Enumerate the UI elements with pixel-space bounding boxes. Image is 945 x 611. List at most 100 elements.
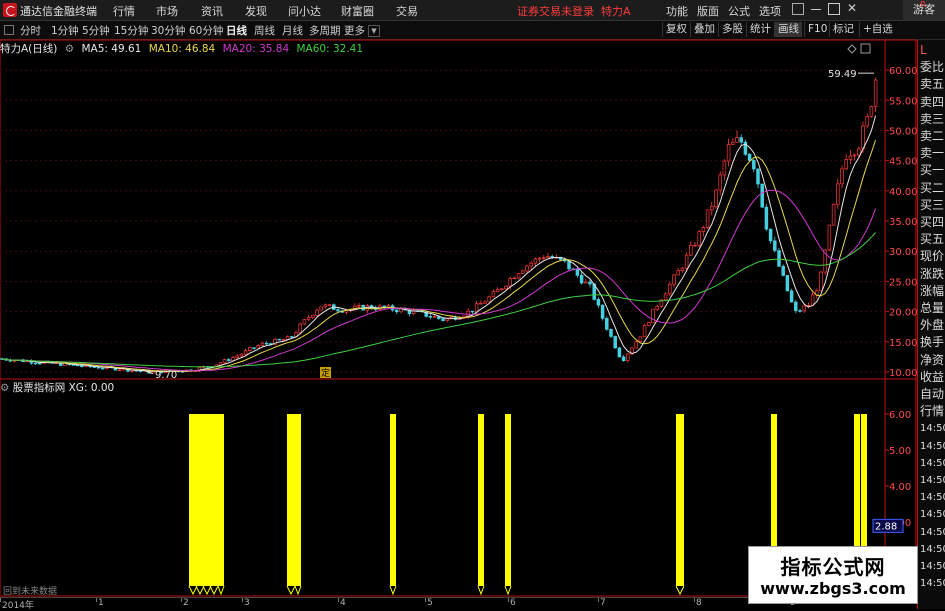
side-item[interactable]: 收益	[920, 370, 945, 384]
side-item[interactable]: 14:50	[920, 508, 945, 521]
side-item[interactable]: 卖二	[920, 130, 945, 143]
candle-body	[869, 106, 874, 117]
side-item[interactable]: 行情	[920, 405, 945, 418]
candle-body	[546, 256, 550, 259]
side-item[interactable]: 14:50	[920, 526, 945, 539]
candle-body	[243, 350, 248, 355]
signal-bar	[189, 414, 197, 586]
candle-body	[705, 209, 710, 228]
candle-body	[302, 319, 307, 325]
kline-chart[interactable]: 60.0055.0050.0045.0040.0035.0030.0025.00…	[0, 0, 917, 609]
side-item[interactable]: 净资	[920, 353, 945, 367]
signal-bar-tail	[217, 585, 225, 596]
signal-bar-tail	[477, 585, 485, 596]
settings-gear-icon[interactable]: ⚙	[65, 43, 74, 55]
candle-body	[680, 267, 685, 272]
ma10-value: MA10: 46.84	[148, 43, 216, 55]
side-item[interactable]: 买二	[920, 181, 945, 195]
candle-body	[529, 262, 533, 267]
side-item[interactable]: 卖一	[920, 147, 945, 160]
candle-body	[319, 306, 323, 311]
side-item[interactable]: 自动	[920, 388, 945, 401]
side-item[interactable]: 卖五	[920, 78, 945, 91]
candle-body	[491, 291, 496, 298]
indicator-gear-icon[interactable]: ⚙	[0, 382, 9, 394]
candle-body	[596, 299, 601, 306]
diamond-icon	[847, 44, 857, 54]
date-label: 3	[244, 598, 250, 608]
signal-bar	[295, 414, 301, 586]
side-item[interactable]: 14:50	[920, 543, 945, 556]
candle-body	[336, 309, 340, 312]
candle-body	[739, 137, 743, 143]
side-item[interactable]: 买三	[920, 198, 945, 212]
candle-body	[605, 318, 609, 330]
price-label: 55.00	[889, 96, 917, 107]
indicator-axis-label: 5.00	[889, 446, 911, 457]
current-value-label: 2.88	[875, 521, 897, 532]
price-label: 60.00	[889, 66, 917, 77]
side-item[interactable]: 卖四	[920, 95, 945, 109]
side-item[interactable]: 卖三	[920, 112, 945, 126]
panel-restore-icon	[860, 43, 871, 54]
date-label: 2	[183, 598, 189, 608]
ma-line	[1, 139, 877, 372]
signal-bar-tail	[675, 585, 685, 596]
signal-bar-tail	[195, 585, 205, 596]
candle-body	[542, 257, 546, 259]
candle-body	[802, 305, 806, 312]
candle-body	[722, 160, 727, 176]
price-label: 30.00	[889, 247, 917, 258]
side-item[interactable]: 委比	[920, 61, 945, 74]
candle-body	[873, 79, 878, 108]
side-item[interactable]: 14:50	[920, 457, 945, 470]
candle-body	[227, 359, 231, 362]
candle-body	[831, 203, 836, 226]
candle-body	[277, 338, 281, 341]
candle-body	[584, 281, 588, 284]
candle-body	[117, 369, 122, 371]
side-item[interactable]: 14:50	[920, 440, 945, 453]
side-item[interactable]: 14:50	[920, 422, 945, 435]
date-label: 8	[696, 598, 702, 608]
indicator-axis-label: 6.00	[889, 410, 911, 421]
candle-body	[290, 336, 294, 338]
side-item[interactable]: 14:50	[920, 560, 945, 573]
watermark: 指标公式网 www.zbgs3.com	[748, 546, 918, 604]
candle-body	[819, 271, 823, 292]
candle-body	[264, 342, 269, 345]
candle-body	[311, 314, 315, 318]
side-item[interactable]: 14:50	[920, 577, 945, 590]
ma20-value: MA20: 35.84	[222, 43, 290, 55]
candle-body	[432, 316, 437, 318]
candle-body	[504, 285, 508, 290]
side-item[interactable]: 总量	[920, 302, 945, 315]
side-item[interactable]: 现价	[920, 250, 945, 263]
side-item[interactable]: 买四	[920, 216, 945, 229]
candle-body	[445, 318, 449, 321]
candle-body	[466, 310, 470, 317]
side-item[interactable]: 买一	[920, 164, 945, 177]
side-item[interactable]: 14:50	[920, 474, 945, 487]
candle-body	[260, 342, 265, 346]
candle-body	[80, 365, 84, 368]
candle-body	[609, 329, 613, 337]
candle-body	[588, 281, 592, 285]
candle-body	[651, 308, 655, 323]
side-item[interactable]: 涨幅	[920, 284, 945, 298]
side-item[interactable]: 14:50	[920, 491, 945, 504]
date-label: 5	[427, 598, 433, 608]
signal-bar	[390, 414, 396, 586]
high-marker-label: 59.49	[828, 69, 857, 80]
signal-bar	[203, 414, 211, 586]
side-item[interactable]: L	[920, 44, 945, 57]
date-tick	[598, 598, 599, 602]
side-item[interactable]: 换手	[920, 336, 945, 349]
price-label: 35.00	[889, 217, 917, 228]
candle-body	[613, 336, 617, 349]
side-item[interactable]: 外盘	[920, 319, 945, 332]
side-item[interactable]: 买五	[920, 233, 945, 246]
side-item[interactable]: 涨跌	[920, 267, 945, 281]
signal-bar-tail	[188, 585, 198, 596]
signal-bar-tail	[504, 585, 512, 596]
